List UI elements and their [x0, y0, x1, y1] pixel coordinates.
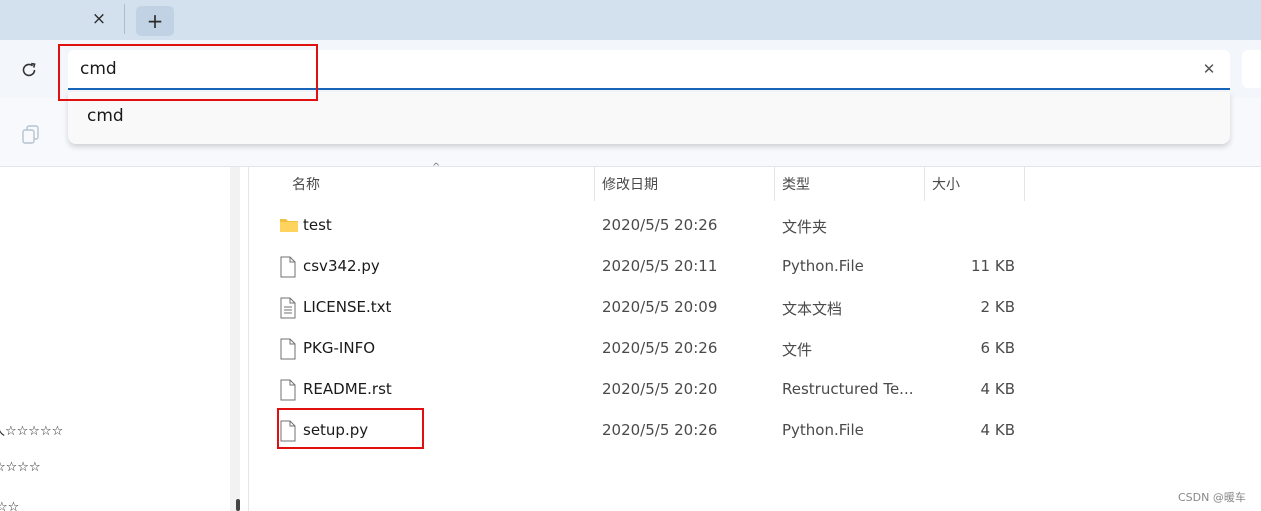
- toolbar-search-box[interactable]: [1242, 50, 1261, 88]
- clear-icon[interactable]: ✕: [1196, 56, 1222, 82]
- address-bar[interactable]: ✕: [68, 50, 1230, 90]
- file-name: LICENSE.txt: [303, 298, 392, 316]
- nav-scrollbar-thumb[interactable]: [236, 499, 240, 511]
- watermark: CSDN @暖车: [1178, 491, 1246, 504]
- nav-item[interactable]: 人☆☆☆☆☆: [0, 420, 63, 439]
- column-header-size[interactable]: 大小: [932, 167, 1022, 201]
- column-header-label: 大小: [932, 177, 960, 193]
- column-divider[interactable]: [924, 167, 925, 201]
- file-row[interactable]: test 2020/5/5 20:26 文件夹: [271, 206, 1041, 247]
- file-row[interactable]: PKG-INFO 2020/5/5 20:26 文件 6 KB: [271, 329, 1041, 370]
- suggestion-label: cmd: [87, 106, 124, 126]
- suggestion-item[interactable]: cmd: [68, 92, 1230, 144]
- column-header-label: 类型: [782, 177, 810, 193]
- file-date: 2020/5/5 20:09: [602, 298, 718, 316]
- file-row[interactable]: README.rst 2020/5/5 20:20 Restructured T…: [271, 370, 1041, 411]
- new-tab-button[interactable]: +: [136, 6, 174, 36]
- file-type: Python.File: [782, 421, 864, 439]
- file-name: csv342.py: [303, 257, 380, 275]
- file-row[interactable]: LICENSE.txt 2020/5/5 20:09 文本文档 2 KB: [271, 288, 1041, 329]
- file-name: test: [303, 216, 332, 234]
- tab-divider: [124, 4, 125, 34]
- file-date: 2020/5/5 20:26: [602, 339, 718, 357]
- file-date: 2020/5/5 20:20: [602, 380, 718, 398]
- column-header-type[interactable]: 类型: [782, 167, 922, 201]
- address-suggestions: cmd: [68, 92, 1230, 144]
- column-header-label: 修改日期: [602, 177, 658, 193]
- file-icon: [279, 420, 297, 442]
- file-icon: [279, 338, 297, 360]
- file-icon: [279, 379, 297, 401]
- file-type: Python.File: [782, 257, 864, 275]
- file-name: PKG-INFO: [303, 339, 375, 357]
- file-type: 文件夹: [782, 218, 828, 236]
- folder-icon: [279, 215, 298, 237]
- refresh-icon[interactable]: [14, 58, 44, 82]
- file-type: 文件: [782, 341, 813, 359]
- file-row[interactable]: csv342.py 2020/5/5 20:11 Python.File 11 …: [271, 247, 1041, 288]
- file-date: 2020/5/5 20:11: [602, 257, 718, 275]
- nav-item[interactable]: ☆☆: [0, 500, 19, 511]
- address-input[interactable]: [80, 55, 1160, 83]
- file-list: 名称 ^ 修改日期 类型 大小 test 2020/5/5 20:26 文件夹: [249, 162, 1261, 511]
- column-header-modified[interactable]: 修改日期: [602, 167, 772, 201]
- nav-scrollbar[interactable]: [230, 167, 240, 511]
- tab-strip: × +: [0, 0, 1261, 40]
- file-size: 4 KB: [980, 421, 1015, 439]
- copy-icon[interactable]: [20, 123, 42, 145]
- column-divider[interactable]: [594, 167, 595, 201]
- file-date: 2020/5/5 20:26: [602, 421, 718, 439]
- tab-close-icon[interactable]: ×: [86, 6, 112, 32]
- text-file-icon: [279, 297, 297, 319]
- sort-ascending-icon: ^: [432, 162, 441, 173]
- file-type: 文本文档: [782, 300, 843, 318]
- file-size: 2 KB: [980, 298, 1015, 316]
- column-header-name[interactable]: 名称: [292, 167, 592, 201]
- file-size: 4 KB: [980, 380, 1015, 398]
- navigation-pane: 人☆☆☆☆☆ ☆☆☆☆ ☆☆: [0, 167, 249, 511]
- file-date: 2020/5/5 20:26: [602, 216, 718, 234]
- file-size: 6 KB: [980, 339, 1015, 357]
- column-header-label: 名称: [292, 177, 320, 193]
- column-divider[interactable]: [774, 167, 775, 201]
- file-name: setup.py: [303, 421, 369, 439]
- file-size: 11 KB: [971, 257, 1015, 275]
- file-name: README.rst: [303, 380, 392, 398]
- file-icon: [279, 256, 297, 278]
- nav-item[interactable]: ☆☆☆☆: [0, 460, 41, 475]
- column-divider[interactable]: [1024, 167, 1025, 201]
- file-row[interactable]: setup.py 2020/5/5 20:26 Python.File 4 KB: [271, 411, 1041, 452]
- file-type: Restructured Te...: [782, 380, 914, 398]
